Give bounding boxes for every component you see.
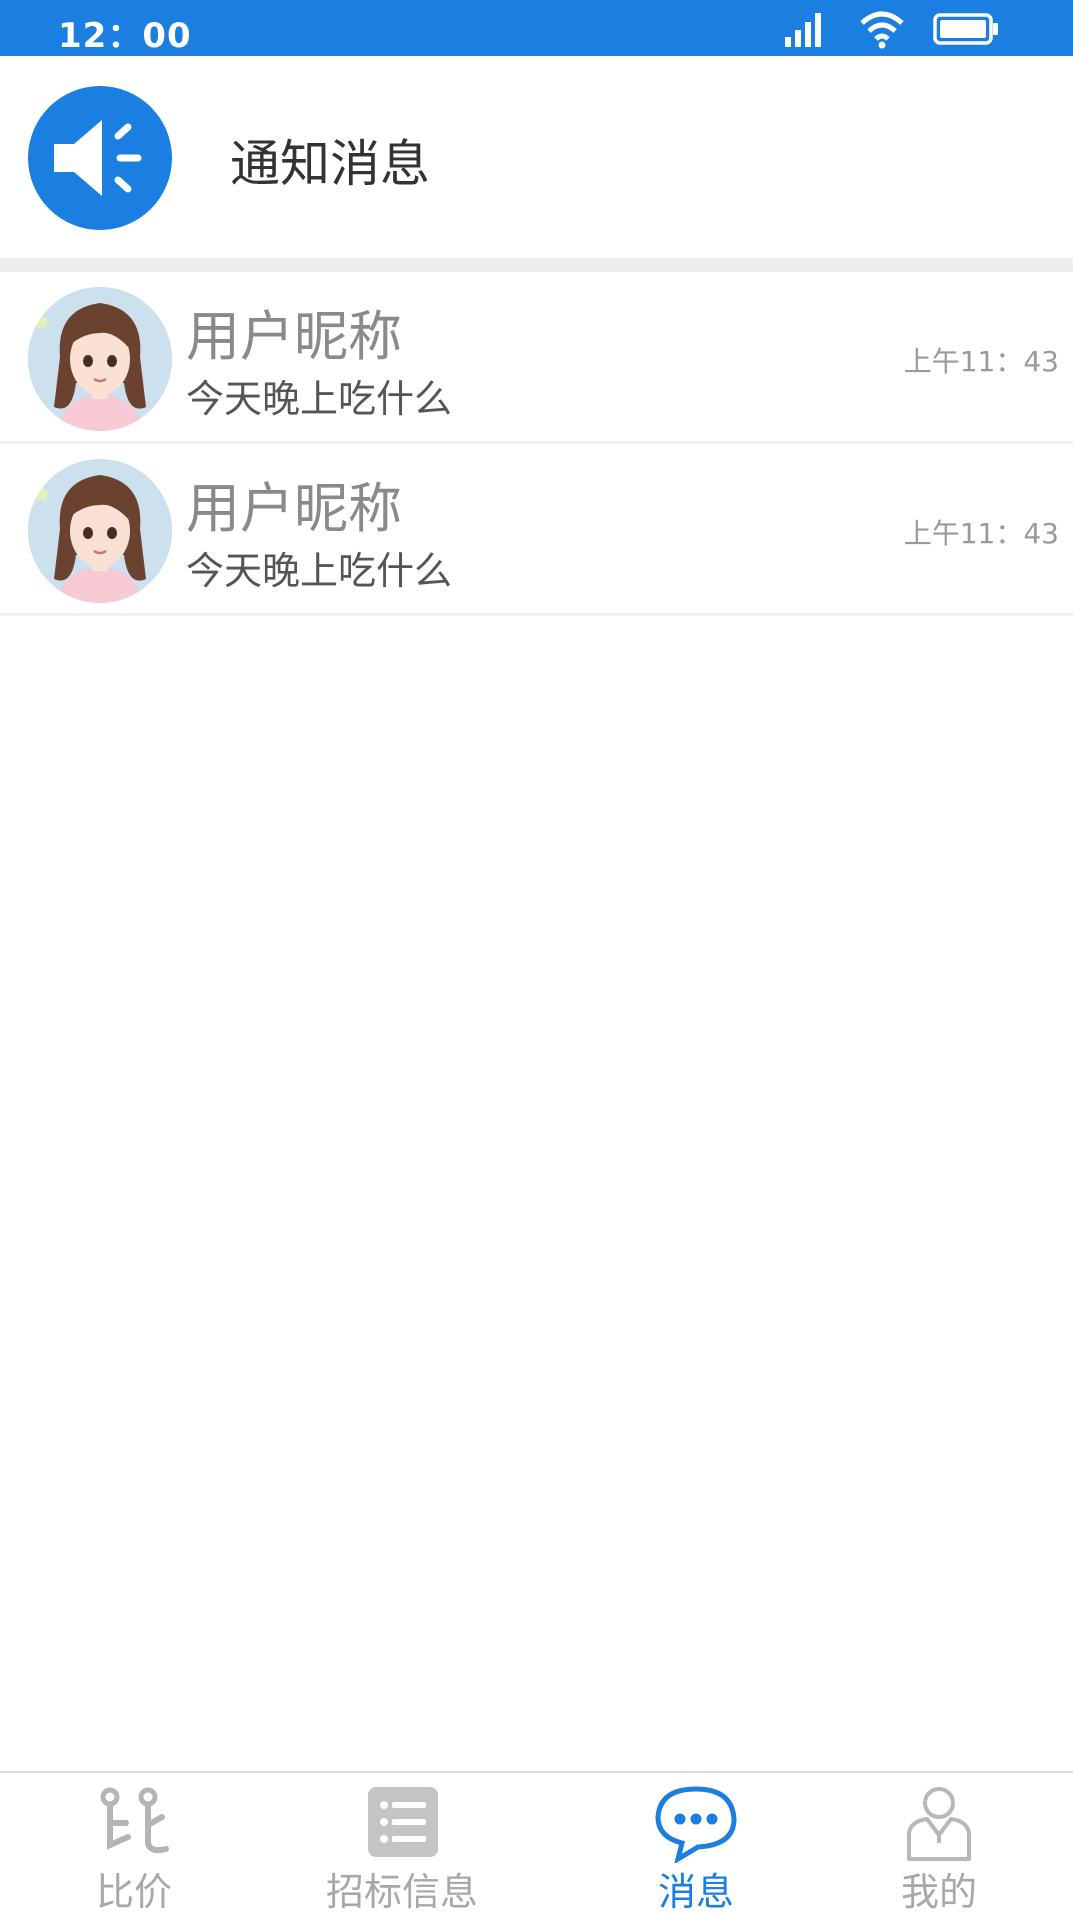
bottom-tab-bar: 比价 招标信息 消息 我的 [0, 1771, 1073, 1913]
avatar [28, 459, 172, 603]
section-divider [0, 258, 1073, 272]
tab-label: 消息 [657, 1870, 734, 1913]
tab-compare-price[interactable]: 比价 [0, 1773, 268, 1913]
tab-mine[interactable]: 我的 [805, 1773, 1073, 1913]
message-preview: 今天晚上吃什么 [186, 549, 453, 593]
tab-label: 招标信息 [325, 1870, 478, 1913]
chat-bubble-icon [655, 1786, 737, 1863]
tab-messages[interactable]: 消息 [562, 1773, 830, 1913]
list-item[interactable]: 用户昵称 今天晚上吃什么 上午11：43 [0, 272, 1073, 444]
signal-icon [785, 13, 821, 47]
notification-title: 通知消息 [230, 135, 430, 193]
user-icon [907, 1787, 971, 1861]
message-sender-name: 用户昵称 [186, 305, 402, 368]
tab-bidding-info[interactable]: 招标信息 [268, 1773, 536, 1913]
wifi-icon [860, 11, 904, 49]
message-time: 上午11：43 [903, 345, 1059, 378]
notification-header[interactable]: 通知消息 [0, 56, 1073, 258]
message-list: 用户昵称 今天晚上吃什么 上午11：43 用户昵称 今天晚上吃什么 上午11：4… [0, 272, 1073, 616]
tab-label: 我的 [900, 1870, 977, 1913]
status-bar: 12：00 [0, 0, 1073, 56]
message-preview: 今天晚上吃什么 [186, 377, 453, 421]
list-icon [368, 1787, 438, 1857]
battery-icon [933, 13, 998, 45]
speaker-icon [28, 86, 172, 230]
message-time: 上午11：43 [903, 517, 1059, 550]
compare-price-icon [100, 1787, 169, 1854]
avatar [28, 287, 172, 431]
status-time: 12：00 [58, 16, 192, 56]
message-sender-name: 用户昵称 [186, 477, 402, 540]
list-item[interactable]: 用户昵称 今天晚上吃什么 上午11：43 [0, 444, 1073, 616]
tab-label: 比价 [95, 1870, 172, 1913]
status-icons [783, 9, 1003, 49]
